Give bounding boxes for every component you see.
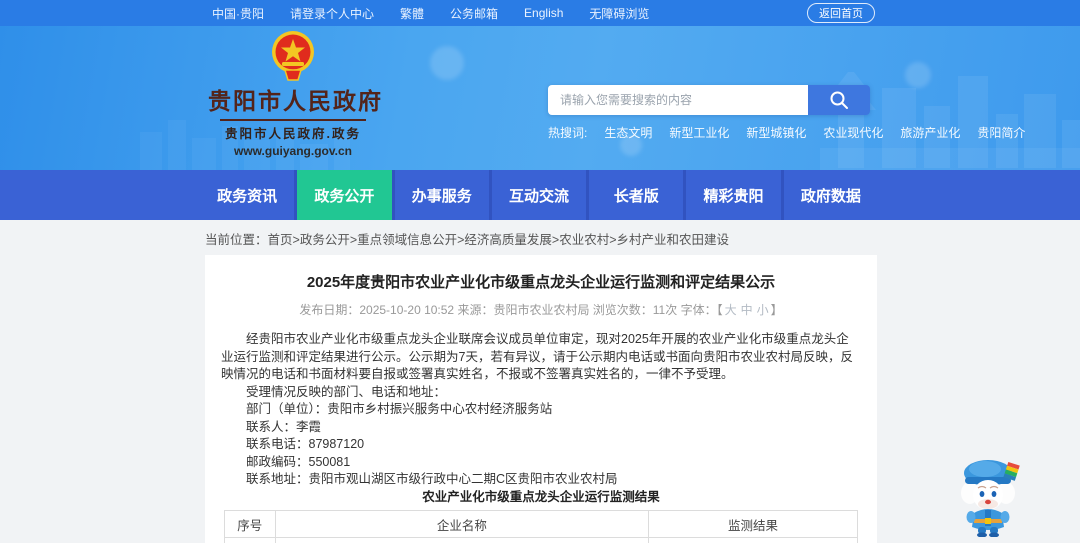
contact-line: 联系电话：87987120	[246, 437, 365, 451]
cell-no: 1	[224, 537, 276, 543]
breadcrumb: 当前位置：首页>政务公开>重点领域信息公开>经济高质量发展>农业农村>乡村产业和…	[205, 229, 1080, 248]
title-divider	[220, 119, 366, 121]
cell-result: 合格	[648, 537, 858, 543]
article-title: 2025年度贵阳市农业产业化市级重点龙头企业运行监测和评定结果公示	[306, 274, 776, 291]
hot-search-word[interactable]: 新型工业化	[669, 124, 729, 141]
contact-line: 联系地址：贵阳市观山湖区市级行政中心二期C区贵阳市农业农村局	[246, 472, 618, 486]
hot-search-word[interactable]: 贵阳简介	[977, 124, 1025, 141]
site-title: 贵阳市人民政府	[208, 88, 383, 114]
hot-search-row: 热搜词: 生态文明 新型工业化 新型城镇化 农业现代化 旅游产业化 贵阳简介	[548, 124, 1025, 141]
table-header-no: 序号	[224, 510, 276, 538]
topbar-link[interactable]: 无障碍浏览	[589, 5, 649, 22]
monitoring-result-table: 序号 企业名称 监测结果 1 贵州合力超市采购有限公司 合格 2 贵州友禾种业有…	[224, 510, 858, 543]
contact-line: 部门（单位）：贵阳市乡村振兴服务中心农村经济服务站	[246, 402, 553, 416]
topbar-link[interactable]: 请登录个人中心	[290, 5, 374, 22]
nav-tab[interactable]: 互动交流	[488, 170, 587, 220]
return-home-button[interactable]: 返回首页	[807, 3, 875, 23]
search-button[interactable]	[808, 85, 870, 115]
site-url: www.guiyang.gov.cn	[233, 144, 352, 158]
table-caption: 农业产业化市级重点龙头企业运行监测结果	[422, 489, 660, 504]
top-utility-bar: 中国·贵阳 请登录个人中心 繁體 公务邮箱 English 无障碍浏览 返回首页	[0, 0, 1080, 26]
article-meta: 发布日期：2025-10-20 10:52 来源：贵阳市农业农村局 浏览次数：1…	[221, 301, 861, 318]
page: { "topbar": { "items": ["中国·贵阳", "请登录个人中…	[0, 0, 1080, 543]
article-paragraph: 经贵阳市农业产业化市级重点龙头企业联席会议成员单位审定，现对2025年开展的农业…	[221, 332, 853, 381]
article-meta-text: 发布日期：2025-10-20 10:52 来源：贵阳市农业农村局 浏览次数：1…	[299, 303, 723, 317]
topbar-link[interactable]: English	[524, 6, 563, 20]
national-emblem-icon	[272, 31, 314, 81]
hot-search-word[interactable]: 新型城镇化	[746, 124, 806, 141]
search-input[interactable]	[548, 85, 808, 115]
hot-search-word[interactable]: 生态文明	[604, 124, 652, 141]
font-size-control[interactable]: 中	[741, 303, 753, 317]
bokeh-decoration	[430, 46, 464, 80]
breadcrumb-path[interactable]: 首页>政务公开>重点领域信息公开>经济高质量发展>农业农村>乡村产业和农田建设	[268, 233, 730, 247]
nav-tab[interactable]: 办事服务	[391, 170, 489, 220]
article-card: 2025年度贵阳市农业产业化市级重点龙头企业运行监测和评定结果公示 发布日期：2…	[205, 255, 877, 543]
site-logo[interactable]: 贵阳市人民政府 贵阳市人民政府.政务 www.guiyang.gov.cn	[208, 30, 383, 158]
nav-tab[interactable]: 政府数据	[780, 170, 878, 220]
nav-tab[interactable]: 长者版	[586, 170, 684, 220]
nav-tab[interactable]: 政务资讯	[200, 170, 295, 220]
nav-tab[interactable]: 政务公开	[294, 170, 392, 220]
hot-search-label: 热搜词:	[548, 126, 588, 140]
hot-search-word[interactable]: 旅游产业化	[900, 124, 960, 141]
search-icon	[830, 91, 848, 109]
font-size-control[interactable]: 小	[757, 303, 769, 317]
breadcrumb-label: 当前位置：	[205, 233, 268, 247]
article-body: 经贵阳市农业产业化市级重点龙头企业联席会议成员单位审定，现对2025年开展的农业…	[221, 331, 861, 543]
nav-tab[interactable]: 精彩贵阳	[683, 170, 781, 220]
site-subtitle: 贵阳市人民政府.政务	[225, 127, 361, 141]
cell-company-name: 贵州合力超市采购有限公司	[274, 537, 650, 543]
topbar-link[interactable]: 繁體	[400, 5, 424, 22]
article-meta-close: 】	[770, 303, 783, 317]
font-size-control[interactable]: 大	[725, 303, 737, 317]
main-nav: 政务资讯 政务公开 办事服务 互动交流 长者版 精彩贵阳 政府数据	[0, 170, 1080, 220]
mascot-icon[interactable]	[952, 453, 1024, 537]
table-header-row: 序号 企业名称 监测结果	[224, 510, 858, 538]
site-banner: 贵阳市人民政府 贵阳市人民政府.政务 www.guiyang.gov.cn 热搜…	[0, 26, 1080, 170]
search-box	[548, 85, 870, 115]
search-area: 热搜词: 生态文明 新型工业化 新型城镇化 农业现代化 旅游产业化 贵阳简介	[548, 85, 1025, 141]
hot-search-word[interactable]: 农业现代化	[823, 124, 883, 141]
topbar-link[interactable]: 中国·贵阳	[212, 5, 264, 22]
table-header-result: 监测结果	[648, 510, 858, 538]
table-row: 1 贵州合力超市采购有限公司 合格	[224, 537, 858, 543]
article-paragraph: 受理情况反映的部门、电话和地址：	[246, 384, 447, 399]
topbar-link[interactable]: 公务邮箱	[450, 5, 498, 22]
table-header-name: 企业名称	[274, 510, 650, 538]
contact-line: 邮政编码：550081	[246, 454, 351, 469]
contact-line: 联系人：李霞	[246, 419, 322, 434]
